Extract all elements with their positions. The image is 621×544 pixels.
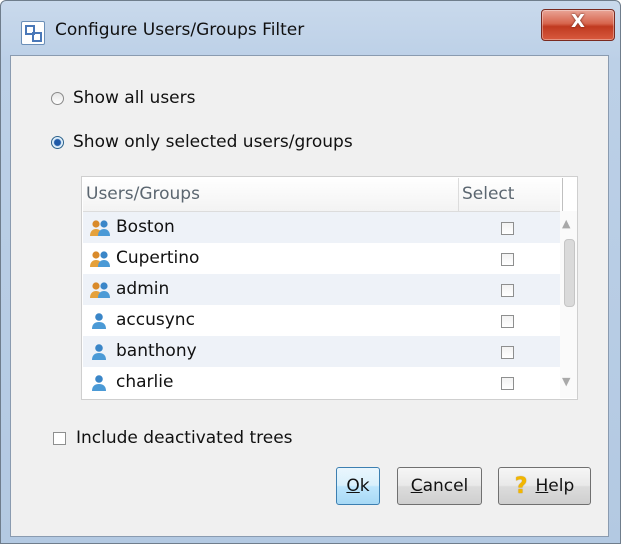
vertical-scrollbar[interactable]: ▲ ▼ — [560, 211, 577, 398]
help-label-rest: elp — [548, 476, 575, 496]
help-icon: ? — [514, 473, 528, 499]
group-icon — [89, 250, 111, 272]
window-title: Configure Users/Groups Filter — [55, 20, 305, 40]
table-row[interactable]: Cupertino — [83, 243, 560, 274]
user-icon — [89, 374, 111, 396]
users-groups-table: Users/Groups Select Boston Cupertino admin… — [81, 176, 578, 400]
table-row[interactable]: Boston — [83, 212, 560, 243]
ok-label-rest: k — [359, 476, 370, 496]
dialog-body: Show all users Show only selected users/… — [10, 55, 609, 537]
row-select-checkbox[interactable] — [501, 222, 514, 235]
row-name: admin — [116, 279, 170, 299]
cancel-label-rest: ancel — [422, 476, 469, 496]
row-name: Boston — [116, 217, 175, 237]
table-row[interactable]: admin — [83, 274, 560, 305]
app-icon — [21, 21, 45, 45]
close-button[interactable]: X — [541, 9, 615, 41]
table-row[interactable]: accusync — [83, 305, 560, 336]
row-name: accusync — [116, 310, 195, 330]
column-header-users-groups[interactable]: Users/Groups — [83, 178, 459, 211]
scroll-down-icon[interactable]: ▼ — [562, 375, 570, 388]
radio-show-all[interactable]: Show all users — [51, 88, 195, 108]
radio-label-selected: Show only selected users/groups — [73, 132, 353, 152]
column-header-select[interactable]: Select — [459, 178, 563, 211]
user-icon — [89, 343, 111, 365]
ok-mnemonic: O — [346, 476, 360, 496]
help-mnemonic: H — [535, 476, 549, 496]
help-button[interactable]: ? Help — [498, 467, 591, 505]
scroll-up-icon[interactable]: ▲ — [562, 217, 570, 230]
title-bar: Configure Users/Groups Filter X — [1, 1, 620, 55]
table-row[interactable]: banthony — [83, 336, 560, 367]
include-deactivated-label: Include deactivated trees — [76, 428, 293, 448]
table-header: Users/Groups Select — [83, 178, 563, 212]
radio-button-selected[interactable] — [51, 135, 64, 149]
include-deactivated-checkbox[interactable] — [53, 431, 66, 445]
table-row[interactable]: charlie — [83, 367, 560, 398]
ok-button[interactable]: Ok — [336, 467, 380, 505]
row-name: Cupertino — [116, 248, 200, 268]
row-select-checkbox[interactable] — [501, 315, 514, 328]
dialog-window: Configure Users/Groups Filter X Show all… — [0, 0, 621, 544]
cancel-mnemonic: C — [410, 476, 423, 496]
group-icon — [89, 281, 111, 303]
include-deactivated-option[interactable]: Include deactivated trees — [53, 428, 293, 448]
row-select-checkbox[interactable] — [501, 377, 514, 390]
cancel-button[interactable]: Cancel — [397, 467, 482, 505]
close-icon: X — [571, 11, 585, 32]
radio-label-all: Show all users — [73, 88, 196, 108]
row-select-checkbox[interactable] — [501, 346, 514, 359]
radio-button-all[interactable] — [51, 91, 64, 105]
row-name: charlie — [116, 372, 174, 392]
row-select-checkbox[interactable] — [501, 284, 514, 297]
scroll-thumb[interactable] — [564, 239, 575, 307]
group-icon — [89, 219, 111, 241]
row-select-checkbox[interactable] — [501, 253, 514, 266]
radio-show-selected[interactable]: Show only selected users/groups — [51, 132, 353, 152]
user-icon — [89, 312, 111, 334]
row-name: banthony — [116, 341, 197, 361]
